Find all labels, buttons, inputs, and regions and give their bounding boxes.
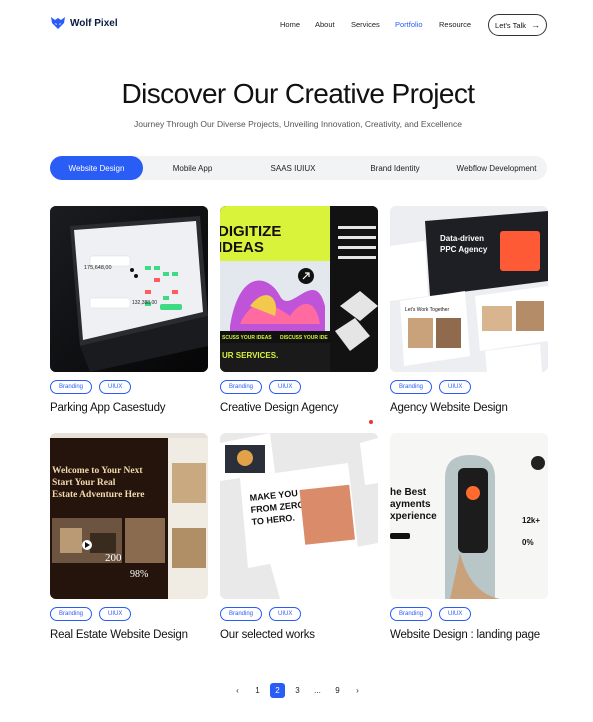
experience-text: xperience (390, 511, 437, 522)
page-1[interactable]: 1 (250, 683, 265, 698)
project-title[interactable]: Our selected works (220, 629, 315, 641)
tag-list: Branding UIUX (50, 607, 132, 621)
digitize-text: DIGITIZE (220, 223, 281, 240)
nav-services[interactable]: Services (351, 20, 380, 29)
project-title[interactable]: Creative Design Agency (220, 402, 339, 414)
work-together-text: Let's Work Together (405, 307, 449, 313)
nav-resource[interactable]: Resource (439, 20, 471, 29)
page-title: Discover Our Creative Project (121, 78, 476, 109)
services-text: UR SERVICES. (222, 351, 278, 360)
page-ellipsis: ... (314, 686, 321, 695)
tag-list: Branding UIUX (390, 380, 472, 394)
ideas-text: IDEAS (220, 239, 264, 256)
pagination: ‹ 1 2 3 ... 9 › (230, 683, 365, 698)
nav-about[interactable]: About (315, 20, 335, 29)
project-thumbnail[interactable]: 175,648,00 132,388,00 (50, 206, 208, 372)
lets-talk-button[interactable]: Let's Talk → (488, 14, 547, 36)
tag-list: Branding UIUX (390, 607, 472, 621)
nav-home[interactable]: Home (280, 20, 300, 29)
tag-uiux[interactable]: UIUX (439, 607, 472, 621)
parking-stat-1: 175,648,00 (84, 265, 112, 271)
stat-0-percent: 0% (522, 538, 534, 547)
project-thumbnail[interactable]: Welcome to Your Next Start Your Real Est… (50, 433, 208, 599)
tag-branding[interactable]: Branding (50, 380, 93, 394)
tab-brand-identity[interactable]: Brand Identity (344, 156, 446, 180)
tag-uiux[interactable]: UIUX (269, 380, 302, 394)
tag-branding[interactable]: Branding (390, 607, 433, 621)
page-subtitle: Journey Through Our Diverse Projects, Un… (133, 119, 463, 129)
selected-works-mockup-image: MAKE YOU FROM ZERO TO HERO. (220, 433, 378, 599)
start-real-heading: Start Your Real (52, 478, 116, 488)
tab-website-design[interactable]: Website Design (50, 156, 143, 180)
page-9[interactable]: 9 (330, 683, 345, 698)
tag-list: Branding UIUX (220, 607, 302, 621)
tag-branding[interactable]: Branding (220, 607, 263, 621)
tag-uiux[interactable]: UIUX (439, 380, 472, 394)
landing-page-mockup-image: he Best ayments xperience 12k+ 0% (390, 433, 548, 599)
next-page-icon[interactable]: › (350, 683, 365, 698)
logo[interactable]: Wolf Pixel (50, 16, 118, 30)
best-text: he Best (390, 487, 427, 498)
project-title[interactable]: Real Estate Website Design (50, 629, 188, 641)
ppc-agency-text: PPC Agency (440, 245, 488, 254)
discuss-text-1: SCUSS YOUR IDEAS (222, 335, 272, 341)
parking-stat-2: 132,388,00 (132, 300, 157, 306)
welcome-heading: Welcome to Your Next (52, 466, 143, 476)
adventure-heading: Estate Adventure Here (52, 490, 145, 500)
project-thumbnail[interactable]: he Best ayments xperience 12k+ 0% (390, 433, 548, 599)
lets-talk-label: Let's Talk (495, 20, 526, 30)
project-thumbnail[interactable]: DIGITIZE IDEAS SCUSS YOUR IDEAS DISCUSS … (220, 206, 378, 372)
project-thumbnail[interactable]: Data-driven PPC Agency Let's Work Togeth… (390, 206, 548, 372)
tag-uiux[interactable]: UIUX (269, 607, 302, 621)
site-header: Wolf Pixel Home About Services Portfolio… (0, 0, 593, 48)
agency-website-mockup-image: Data-driven PPC Agency Let's Work Togeth… (390, 206, 548, 372)
tag-branding[interactable]: Branding (390, 380, 433, 394)
creative-agency-mockup-image: DIGITIZE IDEAS SCUSS YOUR IDEAS DISCUSS … (220, 206, 378, 372)
red-dot-indicator (369, 420, 373, 424)
wolf-logo-icon (51, 17, 65, 29)
tab-mobile-app[interactable]: Mobile App (143, 156, 242, 180)
data-driven-text: Data-driven (440, 234, 484, 243)
project-title[interactable]: Website Design : landing page (390, 629, 540, 641)
prev-page-icon[interactable]: ‹ (230, 683, 245, 698)
logo-text: Wolf Pixel (70, 17, 118, 29)
tag-branding[interactable]: Branding (50, 607, 93, 621)
discuss-text-2: DISCUSS YOUR IDE (280, 335, 328, 341)
tag-branding[interactable]: Branding (220, 380, 263, 394)
stat-98: 98% (130, 569, 148, 580)
project-title[interactable]: Agency Website Design (390, 402, 508, 414)
tab-saas-uiux[interactable]: SAAS IUIUX (242, 156, 344, 180)
tag-uiux[interactable]: UIUX (99, 607, 132, 621)
tab-webflow-development[interactable]: Webflow Development (446, 156, 547, 180)
project-title[interactable]: Parking App Casestudy (50, 402, 166, 414)
stat-200: 200 (105, 552, 122, 564)
page-3[interactable]: 3 (290, 683, 305, 698)
tag-uiux[interactable]: UIUX (99, 380, 132, 394)
page-2[interactable]: 2 (270, 683, 285, 698)
arrow-right-icon: → (530, 20, 540, 30)
nav-portfolio[interactable]: Portfolio (395, 20, 423, 29)
payments-text: ayments (390, 499, 431, 510)
project-thumbnail[interactable]: MAKE YOU FROM ZERO TO HERO. (220, 433, 378, 599)
stat-12k: 12k+ (522, 516, 540, 525)
category-tabs: Website Design Mobile App SAAS IUIUX Bra… (50, 156, 547, 180)
parking-app-mockup-image: 175,648,00 132,388,00 (50, 206, 208, 372)
tag-list: Branding UIUX (50, 380, 132, 394)
tag-list: Branding UIUX (220, 380, 302, 394)
real-estate-mockup-image: Welcome to Your Next Start Your Real Est… (50, 433, 208, 599)
